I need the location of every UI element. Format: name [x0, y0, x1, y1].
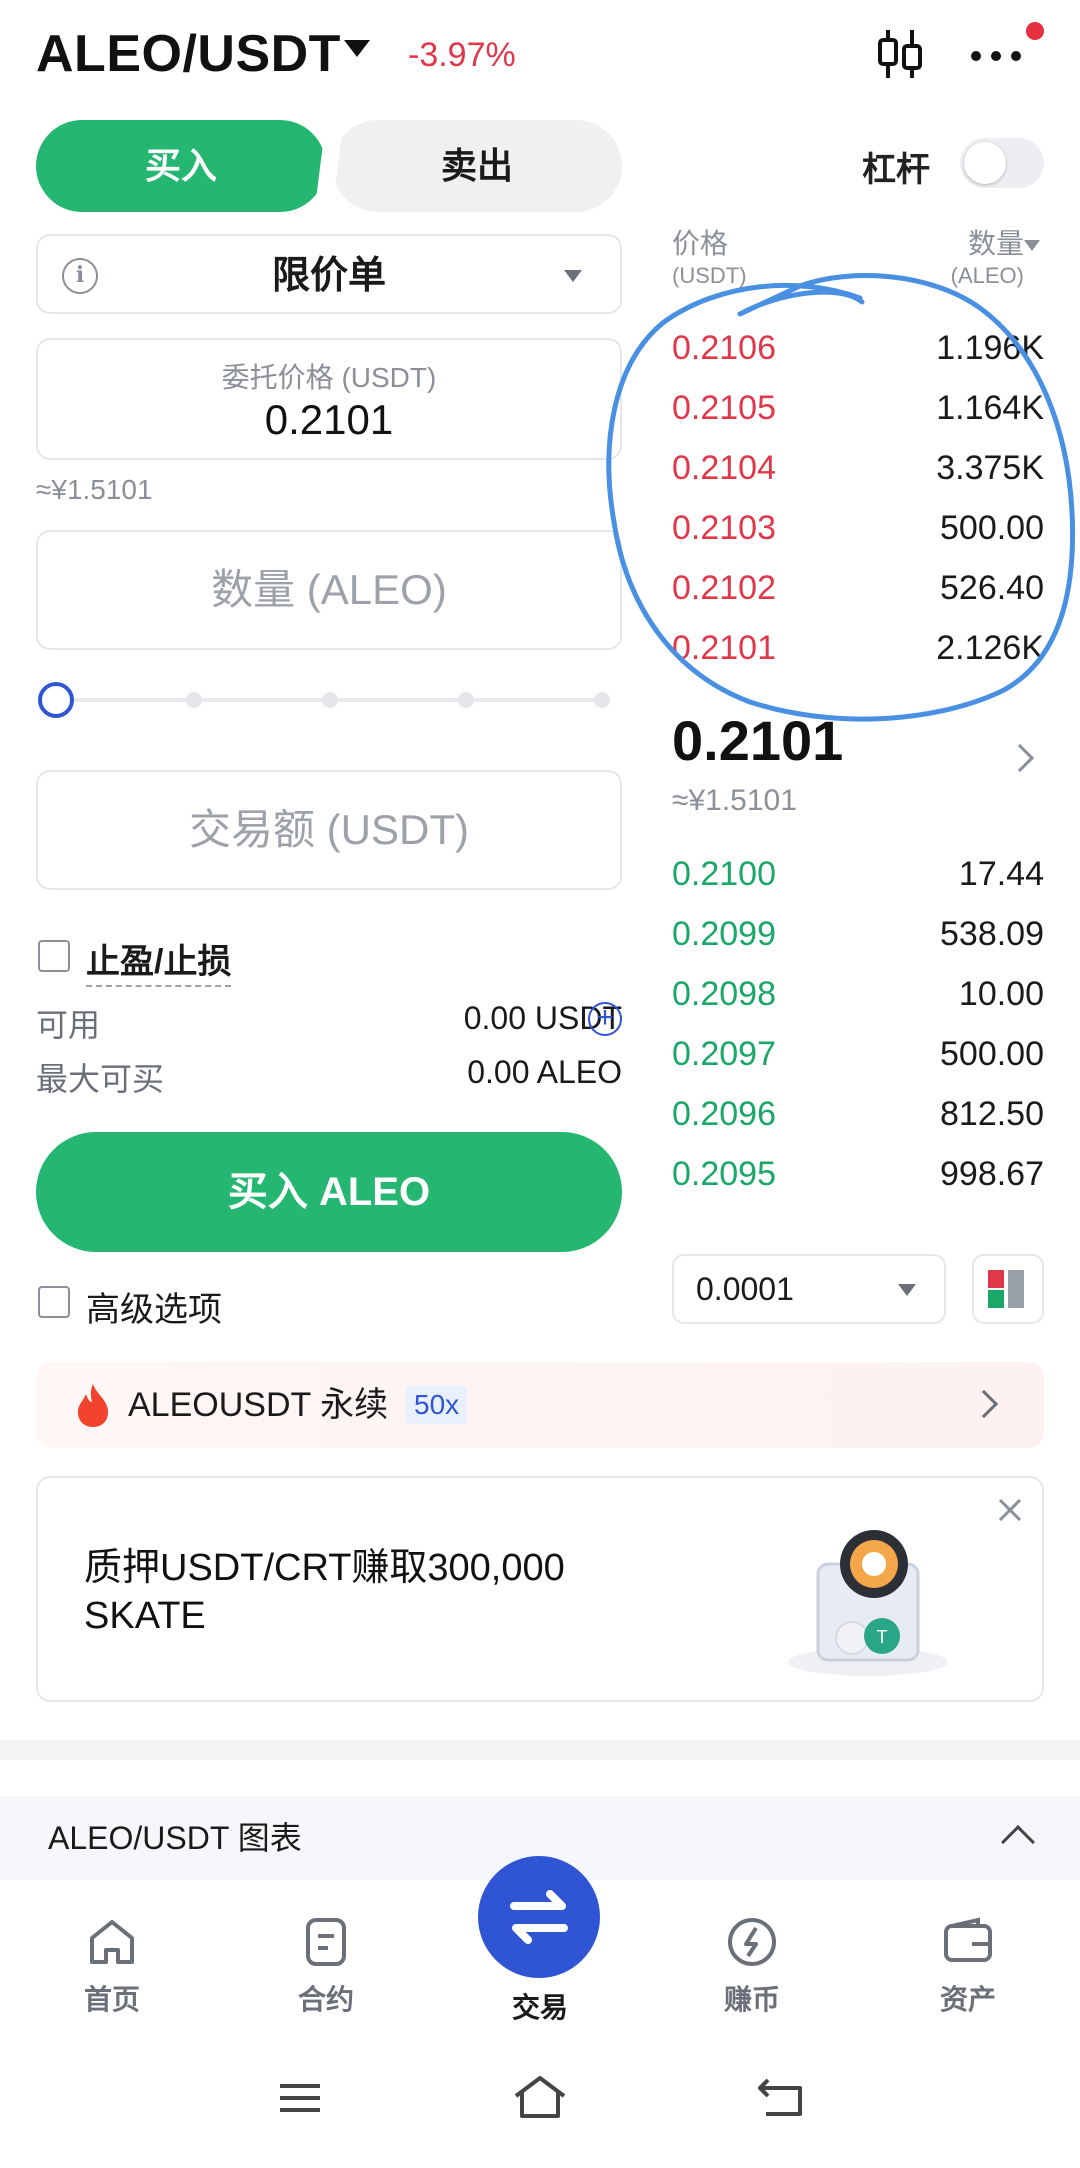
price-precision-select[interactable]: 0.0001	[672, 1254, 946, 1324]
system-home-icon[interactable]	[510, 2070, 570, 2126]
nav-label-earn: 赚币	[723, 1984, 780, 2015]
tab-sell-label: 卖出	[440, 145, 513, 186]
tab-buy-label: 买入	[144, 145, 217, 186]
available-label: 可用	[36, 1007, 101, 1043]
bid-qty: 812.50	[940, 1095, 1044, 1133]
bid-row[interactable]: 0.2095 998.67	[672, 1144, 1044, 1204]
bid-row[interactable]: 0.2098 10.00	[672, 964, 1044, 1024]
trade-amount-placeholder: 交易额 (USDT)	[189, 806, 469, 853]
order-type-label: 限价单	[271, 255, 386, 297]
price-input-caption: 委托价格 (USDT)	[221, 362, 437, 393]
staking-vault-illustration: T	[788, 1530, 948, 1676]
tp-sl-checkbox[interactable]	[38, 940, 70, 972]
bid-qty: 10.00	[958, 975, 1044, 1013]
chevron-up-icon[interactable]	[1001, 1825, 1035, 1859]
close-icon[interactable]	[992, 1492, 1028, 1528]
pair-dropdown-icon[interactable]	[344, 40, 370, 57]
chevron-down-icon	[564, 270, 582, 282]
bid-qty: 538.09	[940, 915, 1044, 953]
bid-price: 0.2096	[672, 1095, 776, 1133]
candlestick-chart-icon[interactable]	[872, 26, 928, 82]
bid-qty: 17.44	[958, 855, 1044, 893]
menu-icon[interactable]	[274, 2072, 326, 2124]
max-buy-value: 0.00 ALEO	[467, 1054, 622, 1090]
buy-submit-button[interactable]: 买入 ALEO	[36, 1132, 622, 1252]
price-cny-equivalent: ≈¥1.5101	[36, 474, 153, 505]
slider-step-50[interactable]	[322, 692, 338, 708]
bid-price: 0.2100	[672, 855, 776, 893]
chevron-right-icon	[969, 1389, 999, 1419]
qty-unit-dropdown-icon[interactable]	[1024, 240, 1040, 251]
home-icon	[90, 1920, 134, 1964]
section-divider	[0, 1740, 1080, 1760]
price-input-value[interactable]: 0.2101	[38, 396, 620, 444]
nav-item-assets[interactable]: 资产	[898, 1912, 1038, 2018]
quantity-input[interactable]: 数量 (ALEO)	[36, 530, 622, 650]
slider-step-75[interactable]	[458, 692, 474, 708]
add-funds-icon[interactable]: +	[588, 1002, 622, 1036]
promo-card[interactable]: 质押USDT/CRT赚取300,000 SKATE T	[36, 1476, 1044, 1702]
price-change-percent: -3.97%	[408, 36, 516, 74]
amount-slider-handle[interactable]	[38, 682, 74, 718]
toggle-knob	[964, 142, 1006, 184]
bid-price: 0.2095	[672, 1155, 776, 1193]
bid-price: 0.2097	[672, 1035, 776, 1073]
bid-row[interactable]: 0.2099 538.09	[672, 904, 1044, 964]
wallet-icon	[944, 1917, 992, 1962]
bid-price: 0.2098	[672, 975, 776, 1013]
tab-buy[interactable]: 买入	[36, 120, 326, 212]
bid-row[interactable]: 0.2096 812.50	[672, 1084, 1044, 1144]
leverage-badge: 50x	[406, 1386, 468, 1424]
nav-item-earn[interactable]: 赚币	[682, 1912, 822, 2018]
nav-label-home: 首页	[83, 1984, 140, 2015]
pair-title[interactable]: ALEO/USDT	[36, 24, 341, 84]
quantity-placeholder: 数量 (ALEO)	[211, 566, 447, 613]
bid-row[interactable]: 0.2097 500.00	[672, 1024, 1044, 1084]
slider-step-25[interactable]	[186, 692, 202, 708]
nav-item-trade[interactable]	[478, 1856, 600, 1978]
bid-price: 0.2099	[672, 915, 776, 953]
annotation-scribble	[606, 273, 1076, 722]
perpetual-pair-label: ALEOUSDT 永续	[128, 1386, 389, 1424]
orderbook-layout-button[interactable]	[972, 1254, 1044, 1324]
fire-icon	[78, 1384, 108, 1427]
price-input[interactable]: 委托价格 (USDT) 0.2101	[36, 338, 622, 460]
perpetual-banner[interactable]: ALEOUSDT 永续 50x	[36, 1362, 1044, 1448]
promo-text: 质押USDT/CRT赚取300,000 SKATE	[84, 1547, 565, 1637]
price-precision-value: 0.0001	[696, 1271, 794, 1307]
orderbook-qty-title: 数量	[967, 228, 1024, 259]
last-price: 0.2101	[672, 709, 844, 772]
nav-label-contract: 合约	[297, 1984, 354, 2015]
order-type-select[interactable]: i 限价单	[36, 234, 622, 314]
bid-row[interactable]: 0.2100 17.44	[672, 844, 1044, 904]
leverage-label: 杠杆	[862, 151, 930, 189]
svg-text:T: T	[877, 1627, 888, 1647]
leverage-toggle[interactable]	[960, 138, 1044, 188]
trade-swap-icon	[510, 1890, 568, 1944]
chart-section-label: ALEO/USDT 图表	[48, 1820, 302, 1856]
last-price-cny: ≈¥1.5101	[672, 784, 797, 817]
tp-sl-label[interactable]: 止盈/止损	[86, 934, 232, 987]
chevron-down-icon	[898, 1284, 916, 1296]
contract-icon	[306, 1918, 346, 1966]
nav-label-assets: 资产	[939, 1984, 996, 2015]
nav-item-home[interactable]: 首页	[42, 1912, 182, 2018]
advanced-options-label[interactable]: 高级选项	[86, 1282, 222, 1331]
system-nav-bar	[0, 2050, 1080, 2168]
chevron-right-icon[interactable]	[1005, 743, 1035, 773]
nav-item-contract[interactable]: 合约	[256, 1912, 396, 2018]
earn-icon	[728, 1918, 776, 1966]
more-menu-icon[interactable]	[966, 36, 1026, 72]
bid-qty: 500.00	[940, 1035, 1044, 1073]
back-icon[interactable]	[752, 2072, 808, 2124]
orderbook-price-title: 价格	[672, 228, 729, 259]
nav-label-trade: 交易	[511, 1992, 568, 2023]
bid-qty: 998.67	[940, 1155, 1044, 1193]
trade-amount-input[interactable]: 交易额 (USDT)	[36, 770, 622, 890]
tab-sell[interactable]: 卖出	[332, 120, 622, 212]
advanced-options-checkbox[interactable]	[38, 1286, 70, 1318]
max-buy-label: 最大可买	[36, 1061, 165, 1097]
orderbook-layout-icon	[988, 1270, 1024, 1308]
notification-dot	[1026, 22, 1044, 40]
